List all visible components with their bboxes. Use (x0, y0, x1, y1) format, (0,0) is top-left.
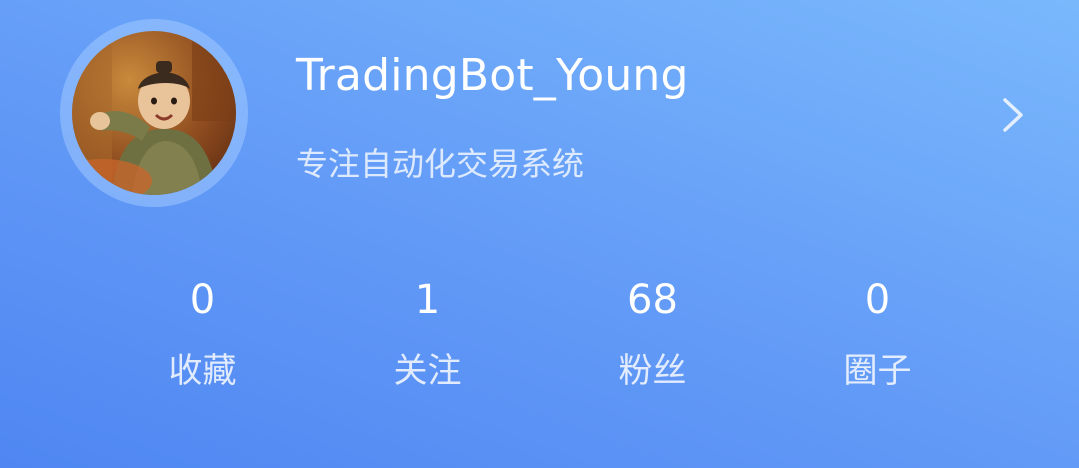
stat-following-label: 关注 (393, 351, 462, 391)
stat-circles-count: 0 (864, 277, 891, 323)
stat-circles[interactable]: 0 圈子 (765, 272, 990, 412)
stat-circles-label: 圈子 (843, 351, 912, 391)
stat-following-count: 1 (414, 277, 441, 323)
profile-header-card[interactable]: TradingBot_Young 专注自动化交易系统 0 收藏 1 关注 68 … (0, 0, 1079, 468)
stats-row: 0 收藏 1 关注 68 粉丝 0 圈子 (90, 272, 990, 412)
avatar-image (72, 31, 236, 195)
stat-followers[interactable]: 68 粉丝 (540, 272, 765, 412)
avatar[interactable] (72, 31, 236, 195)
stat-followers-label: 粉丝 (618, 351, 687, 391)
stat-followers-count: 68 (627, 277, 678, 323)
avatar-ring[interactable] (60, 19, 248, 207)
stat-favorites-count: 0 (189, 277, 216, 323)
username: TradingBot_Young (296, 50, 689, 101)
stat-favorites[interactable]: 0 收藏 (90, 272, 315, 412)
chevron-right-icon[interactable] (996, 92, 1030, 138)
user-bio: 专注自动化交易系统 (296, 145, 585, 183)
stat-favorites-label: 收藏 (168, 351, 237, 391)
stat-following[interactable]: 1 关注 (315, 272, 540, 412)
